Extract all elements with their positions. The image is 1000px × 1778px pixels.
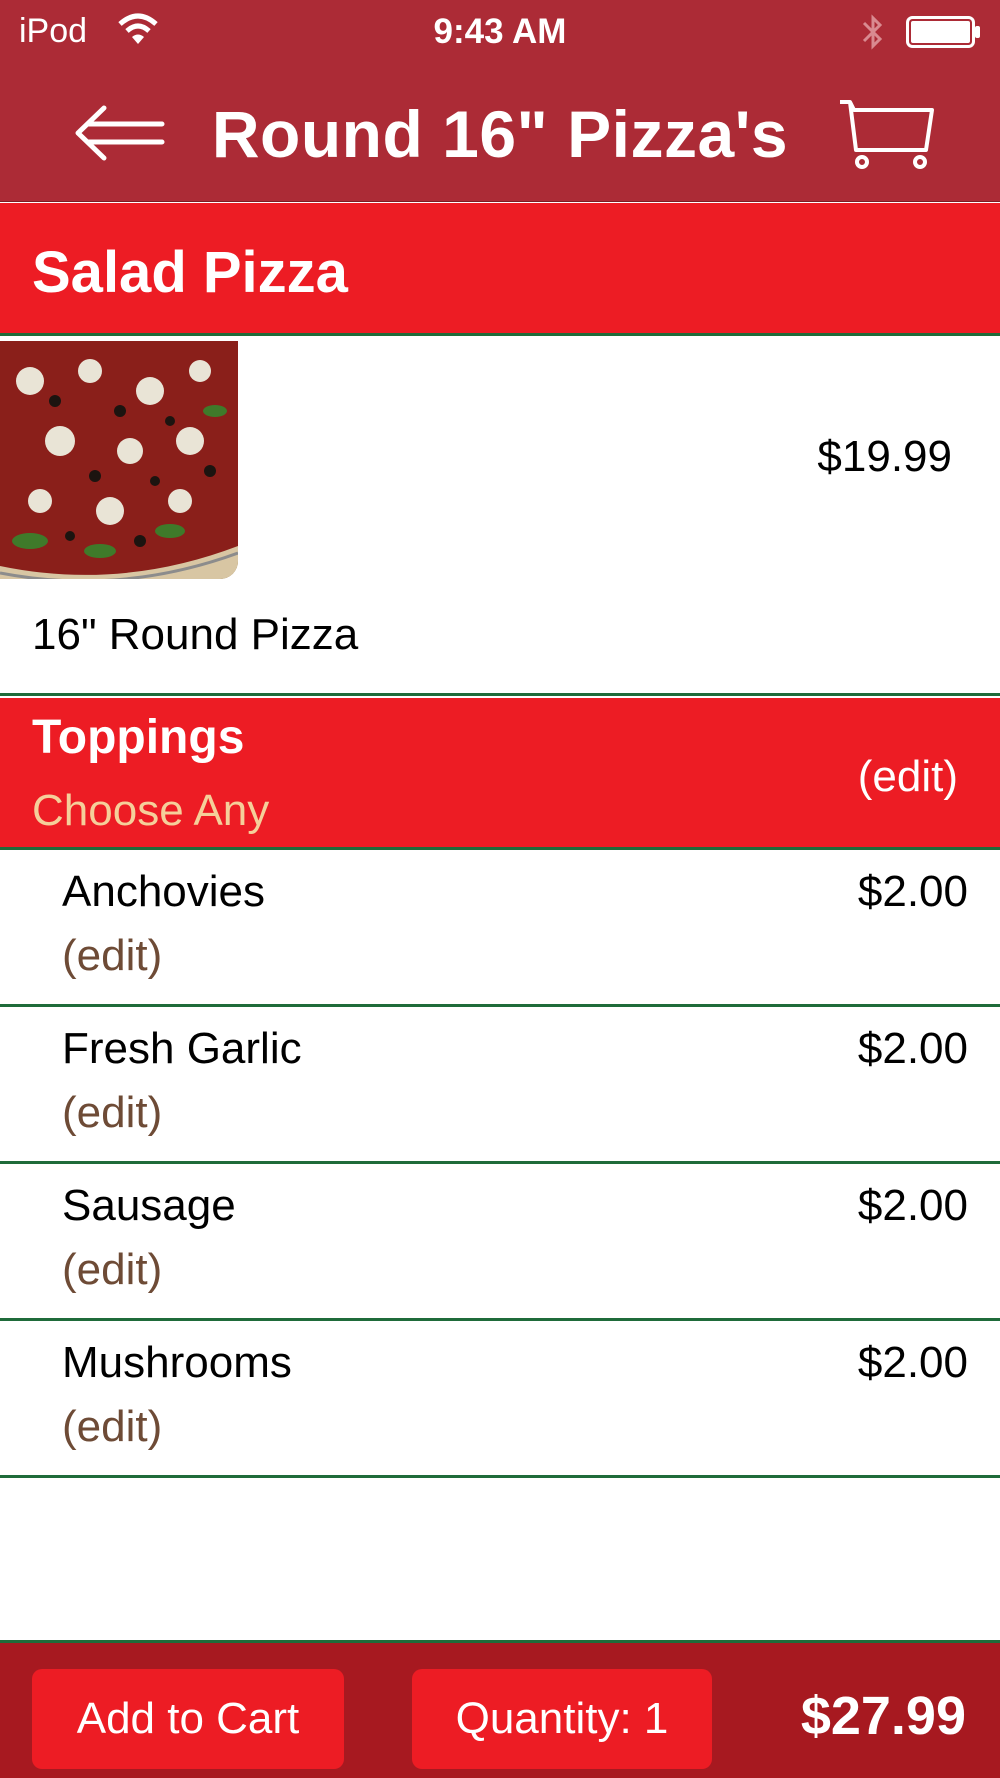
topping-edit-link[interactable]: (edit) <box>62 1088 162 1138</box>
topping-row-sausage[interactable]: Sausage $2.00 (edit) <box>0 1165 1000 1321</box>
quantity-button[interactable]: Quantity: 1 <box>412 1669 712 1769</box>
add-to-cart-button[interactable]: Add to Cart <box>32 1669 344 1769</box>
topping-edit-link[interactable]: (edit) <box>62 1245 162 1295</box>
item-header: Salad Pizza <box>0 203 1000 336</box>
toppings-edit-link[interactable]: (edit) <box>858 752 958 802</box>
item-detail: $19.99 16" Round Pizza <box>0 336 1000 696</box>
topping-price: $2.00 <box>857 1338 968 1387</box>
topping-price: $2.00 <box>857 867 968 916</box>
battery-icon <box>906 16 980 48</box>
status-bar: iPod 9:43 AM <box>0 0 1000 64</box>
topping-row-fresh-garlic[interactable]: Fresh Garlic $2.00 (edit) <box>0 1008 1000 1164</box>
top-bar: iPod 9:43 AM Round 16" Pizza's <box>0 0 1000 202</box>
toppings-header: Toppings Choose Any (edit) <box>0 698 1000 850</box>
status-time: 9:43 AM <box>433 12 567 51</box>
order-total: $27.99 <box>800 1686 966 1746</box>
topping-edit-link[interactable]: (edit) <box>62 931 162 981</box>
item-price: $19.99 <box>817 432 952 481</box>
bluetooth-icon <box>862 14 883 50</box>
topping-name: Anchovies <box>62 867 266 916</box>
topping-row-anchovies[interactable]: Anchovies $2.00 (edit) <box>0 851 1000 1007</box>
topping-name: Mushrooms <box>62 1338 292 1387</box>
topping-price: $2.00 <box>857 1181 968 1230</box>
pizza-photo <box>0 341 238 579</box>
screen: iPod 9:43 AM Round 16" Pizza's Salad Piz… <box>0 0 1000 1778</box>
bottom-bar: Add to Cart Quantity: 1 $27.99 <box>0 1640 1000 1778</box>
item-name: Salad Pizza <box>32 240 348 305</box>
cart-icon[interactable] <box>838 98 934 170</box>
toppings-subtitle: Choose Any <box>32 786 270 835</box>
item-size: 16" Round Pizza <box>32 610 359 659</box>
topping-edit-link[interactable]: (edit) <box>62 1402 162 1452</box>
topping-name: Sausage <box>62 1181 236 1230</box>
topping-row-mushrooms[interactable]: Mushrooms $2.00 (edit) <box>0 1322 1000 1478</box>
toppings-title: Toppings <box>32 711 245 764</box>
topping-price: $2.00 <box>857 1024 968 1073</box>
topping-name: Fresh Garlic <box>62 1024 302 1073</box>
